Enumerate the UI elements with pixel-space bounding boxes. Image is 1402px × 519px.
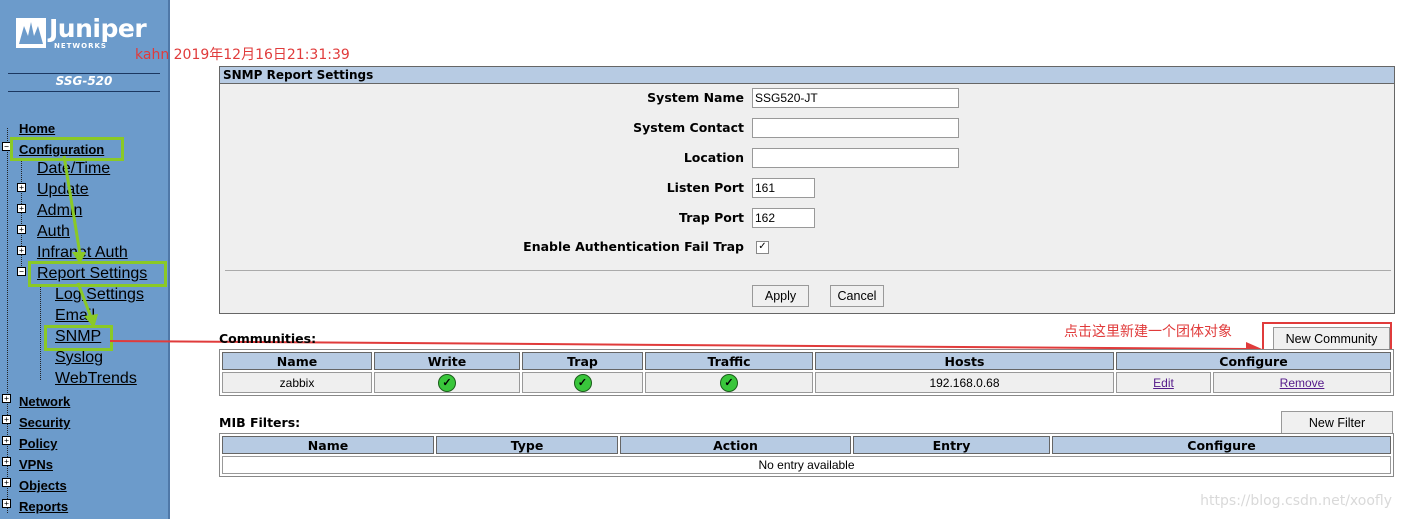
check-icon: ✓ [438, 373, 456, 392]
column-header: Action [620, 436, 851, 454]
trap-port-input[interactable] [752, 208, 815, 228]
column-header: Type [436, 436, 618, 454]
community-name: zabbix [222, 372, 372, 393]
cancel-button[interactable]: Cancel [830, 285, 884, 307]
empty-state: No entry available [222, 456, 1391, 474]
edit-cell: Edit [1116, 372, 1211, 393]
system-name-label: System Name [647, 90, 744, 105]
listen-port-label: Listen Port [666, 180, 744, 195]
panel-title: SNMP Report Settings [220, 67, 1394, 84]
divider [225, 270, 1391, 271]
column-header: Trap [522, 352, 643, 370]
column-header: Hosts [815, 352, 1114, 370]
table-row: No entry available [222, 456, 1391, 474]
column-header: Name [222, 436, 434, 454]
auth-fail-trap-checkbox[interactable]: ✓ [756, 241, 769, 254]
auth-fail-trap-label: Enable Authentication Fail Trap [523, 239, 744, 254]
edit-link[interactable]: Edit [1153, 376, 1174, 390]
system-name-input[interactable] [752, 88, 959, 108]
snmp-settings-panel: SNMP Report Settings System Name System … [219, 66, 1395, 314]
table-header-row: Name Write Trap Traffic Hosts Configure [222, 352, 1391, 370]
column-header: Configure [1116, 352, 1391, 370]
column-header: Configure [1052, 436, 1391, 454]
write-cell: ✓ [374, 372, 520, 393]
trap-cell: ✓ [522, 372, 643, 393]
remove-link[interactable]: Remove [1280, 376, 1325, 390]
watermark: https://blog.csdn.net/xoofly [1200, 493, 1392, 509]
remove-cell: Remove [1213, 372, 1391, 393]
column-header: Entry [853, 436, 1050, 454]
listen-port-input[interactable] [752, 178, 815, 198]
column-header: Write [374, 352, 520, 370]
check-icon: ✓ [720, 373, 738, 392]
communities-label: Communities: [219, 331, 317, 346]
communities-table: Name Write Trap Traffic Hosts Configure … [219, 349, 1394, 396]
column-header: Name [222, 352, 372, 370]
traffic-cell: ✓ [645, 372, 813, 393]
column-header: Traffic [645, 352, 813, 370]
table-header-row: Name Type Action Entry Configure [222, 436, 1391, 454]
timestamp-annotation: kahn 2019年12月16日21:31:39 [135, 47, 350, 63]
new-filter-button[interactable]: New Filter [1281, 411, 1393, 435]
hosts-cell: 192.168.0.68 [815, 372, 1114, 393]
system-contact-input[interactable] [752, 118, 959, 138]
apply-button[interactable]: Apply [752, 285, 809, 307]
system-contact-label: System Contact [633, 120, 744, 135]
check-icon: ✓ [573, 373, 592, 392]
location-label: Location [683, 150, 744, 165]
location-input[interactable] [752, 148, 959, 168]
table-row: zabbix ✓ ✓ ✓ 192.168.0.68 Edit Remove [222, 372, 1391, 393]
community-annotation: 点击这里新建一个团体对象 [1064, 324, 1232, 340]
trap-port-label: Trap Port [679, 210, 744, 225]
mib-filters-table: Name Type Action Entry Configure No entr… [219, 433, 1394, 477]
mib-filters-label: MIB Filters: [219, 415, 301, 430]
